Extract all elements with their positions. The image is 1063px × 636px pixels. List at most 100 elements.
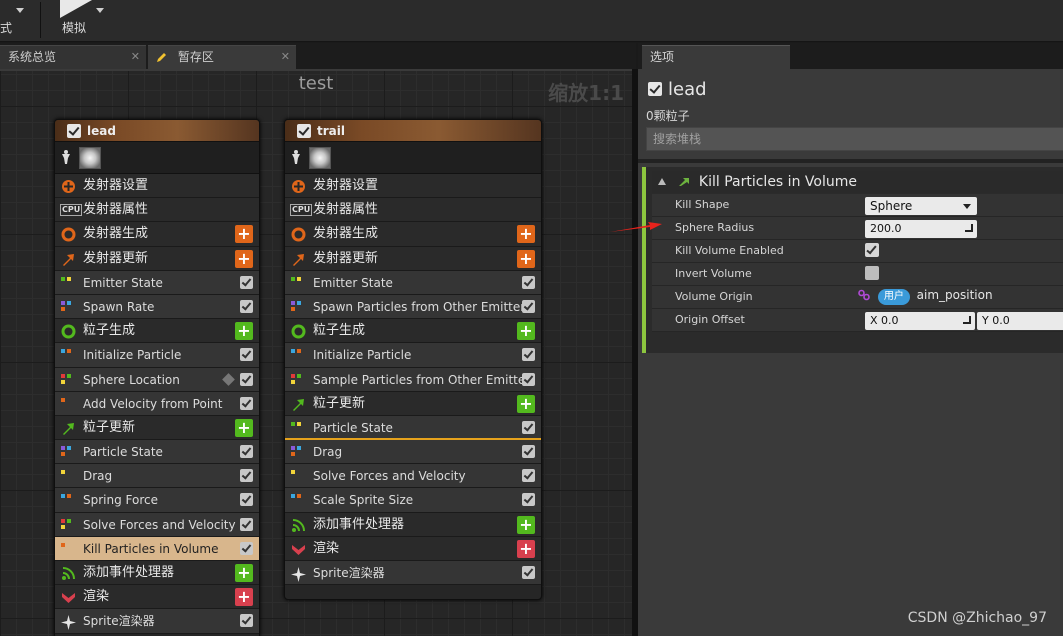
module-kill-particles-in-volume[interactable]: Kill Particles in Volume (55, 536, 259, 561)
module-color-dots-icon (61, 373, 73, 386)
stage-cpu[interactable]: CPU 发射器属性 (55, 198, 259, 223)
user-badge: 用户 (877, 289, 910, 305)
module-drag[interactable]: Drag (285, 440, 541, 465)
module-enabled-checkbox[interactable] (240, 517, 253, 531)
module-solve-forces-and-velocity[interactable]: Solve Forces and Velocity (55, 512, 259, 537)
offset-y-input[interactable]: Y 0.0 (977, 312, 1063, 330)
module-emitter-state[interactable]: Emitter State (55, 270, 259, 295)
module-enabled-checkbox[interactable] (240, 469, 253, 483)
emitter-header[interactable]: lead (55, 120, 259, 142)
module-enabled-checkbox[interactable] (240, 541, 253, 555)
module-initialize-particle[interactable]: Initialize Particle (285, 343, 541, 368)
toolbar-left-button[interactable]: 式 (0, 0, 38, 42)
stage-particle-spawn[interactable]: 粒子生成 + (55, 319, 259, 344)
module-initialize-particle[interactable]: Initialize Particle (55, 343, 259, 368)
module-emitter-state[interactable]: Emitter State (285, 270, 541, 295)
stage-emitter-settings[interactable]: 发射器设置 (55, 174, 259, 199)
module-enabled-checkbox[interactable] (240, 299, 253, 313)
invert-volume-checkbox[interactable] (865, 266, 879, 280)
graph-canvas[interactable]: test 缩放1:1 lead 发射器设置 CPU 发射器属性 发射器生成 + 发射器更新 +… (0, 69, 632, 636)
module-enabled-checkbox[interactable] (240, 275, 253, 289)
close-icon[interactable]: ✕ (131, 46, 140, 68)
add-module-button[interactable]: + (235, 322, 253, 341)
module-add-velocity-from-point[interactable]: Add Velocity from Point (55, 391, 259, 416)
module-enabled-checkbox[interactable] (522, 493, 535, 507)
stage-update-arrow[interactable]: 发射器更新 + (285, 246, 541, 271)
module-enabled-checkbox[interactable] (240, 614, 253, 628)
add-module-button[interactable]: + (235, 225, 253, 244)
prop-kill-volume-enabled: Kill Volume Enabled (652, 240, 1063, 263)
module-enabled-checkbox[interactable] (522, 566, 535, 579)
volume-origin-value[interactable]: 用户 aim_position (858, 288, 993, 305)
stage-spawn-ring[interactable]: 发射器生成 + (285, 222, 541, 247)
stage-render[interactable]: 渲染 + (285, 536, 541, 561)
add-module-button[interactable]: + (235, 564, 253, 582)
module-enabled-checkbox[interactable] (522, 445, 535, 459)
kill-shape-dropdown[interactable]: Sphere (865, 197, 977, 215)
tab-options[interactable]: 选项 (642, 45, 790, 69)
add-module-button[interactable]: + (517, 249, 535, 268)
module-particle-state[interactable]: Particle State (55, 440, 259, 465)
stage-particle-spawn[interactable]: 粒子生成 + (285, 319, 541, 344)
module-header[interactable]: Kill Particles in Volume (652, 171, 1063, 193)
module-particle-state[interactable]: Particle State (285, 415, 541, 441)
module-enabled-checkbox[interactable] (240, 396, 253, 410)
stage-particle-update[interactable]: 粒子更新 + (55, 415, 259, 441)
module-enabled-checkbox[interactable] (522, 372, 535, 386)
stage-event-handler[interactable]: 添加事件处理器 + (285, 512, 541, 537)
stage-particle-update[interactable]: 粒子更新 + (285, 391, 541, 416)
search-stack-input[interactable]: 搜索堆栈 (646, 127, 1063, 151)
module-enabled-checkbox[interactable] (240, 493, 253, 507)
emitter-enable-checkbox[interactable] (297, 124, 311, 138)
add-module-button[interactable]: + (517, 539, 535, 558)
module-enabled-checkbox[interactable] (522, 420, 535, 434)
emitter-thumbnail (55, 142, 259, 174)
add-module-button[interactable]: + (517, 225, 535, 244)
module-enabled-checkbox[interactable] (522, 469, 535, 483)
tab-system-overview[interactable]: 系统总览 ✕ (0, 45, 146, 69)
add-module-button[interactable]: + (235, 418, 253, 437)
add-module-button[interactable]: + (235, 249, 253, 268)
module-enabled-checkbox[interactable] (522, 299, 535, 313)
module-spawn-particles-from-other-emitter[interactable]: Spawn Particles from Other Emitter (285, 294, 541, 320)
simulate-button[interactable]: 模拟 (52, 0, 108, 42)
sphere-radius-input[interactable]: 200.0 (865, 220, 977, 238)
stage-update-arrow[interactable]: 发射器更新 + (55, 246, 259, 271)
add-module-button[interactable]: + (517, 515, 535, 534)
emitter-node-lead[interactable]: lead 发射器设置 CPU 发射器属性 发射器生成 + 发射器更新 + Emitter Sta… (54, 119, 260, 636)
module-enabled-checkbox[interactable] (240, 348, 253, 362)
stage-cpu[interactable]: CPU 发射器属性 (285, 198, 541, 223)
module-solve-forces-and-velocity[interactable]: Solve Forces and Velocity (285, 464, 541, 489)
module-enabled-checkbox[interactable] (240, 445, 253, 459)
kill-volume-checkbox[interactable] (865, 243, 879, 257)
tab-scratch-pad[interactable]: 暂存区 ✕ (148, 45, 296, 69)
row-label: 粒子更新 (83, 419, 136, 435)
module-enabled-checkbox[interactable] (240, 372, 253, 386)
module-spring-force[interactable]: Spring Force (55, 488, 259, 513)
module-sphere-location[interactable]: Sphere Location (55, 367, 259, 392)
stage-emitter-settings[interactable]: 发射器设置 (285, 174, 541, 199)
module-sprite[interactable]: Sprite渲染器 (285, 561, 541, 586)
module-color-dots-icon (61, 518, 73, 531)
add-module-button[interactable]: + (517, 322, 535, 341)
emitter-enable-checkbox[interactable] (67, 124, 81, 138)
stage-render[interactable]: 渲染 + (55, 585, 259, 610)
module-scale-sprite-size[interactable]: Scale Sprite Size (285, 488, 541, 513)
stage-spawn-ring[interactable]: 发射器生成 + (55, 222, 259, 247)
emitter-header[interactable]: trail (285, 120, 541, 142)
module-sprite[interactable]: Sprite渲染器 (55, 609, 259, 634)
module-arrow-icon (679, 178, 690, 186)
add-module-button[interactable]: + (517, 394, 535, 413)
module-spawn-rate[interactable]: Spawn Rate (55, 294, 259, 320)
stage-event-handler[interactable]: 添加事件处理器 + (55, 561, 259, 586)
module-enabled-checkbox[interactable] (522, 275, 535, 289)
module-enabled-checkbox[interactable] (522, 348, 535, 362)
collapse-icon[interactable] (658, 178, 666, 185)
add-module-button[interactable]: + (235, 588, 253, 607)
module-drag[interactable]: Drag (55, 464, 259, 489)
module-sample-particles-from-other-emitter[interactable]: Sample Particles from Other Emitter (285, 367, 541, 392)
close-icon[interactable]: ✕ (281, 46, 290, 68)
emitter-enabled-checkbox[interactable] (648, 82, 662, 96)
emitter-node-trail[interactable]: trail 发射器设置 CPU 发射器属性 发射器生成 + 发射器更新 + Emitter St… (284, 119, 542, 600)
offset-x-input[interactable]: X 0.0 (865, 312, 975, 330)
